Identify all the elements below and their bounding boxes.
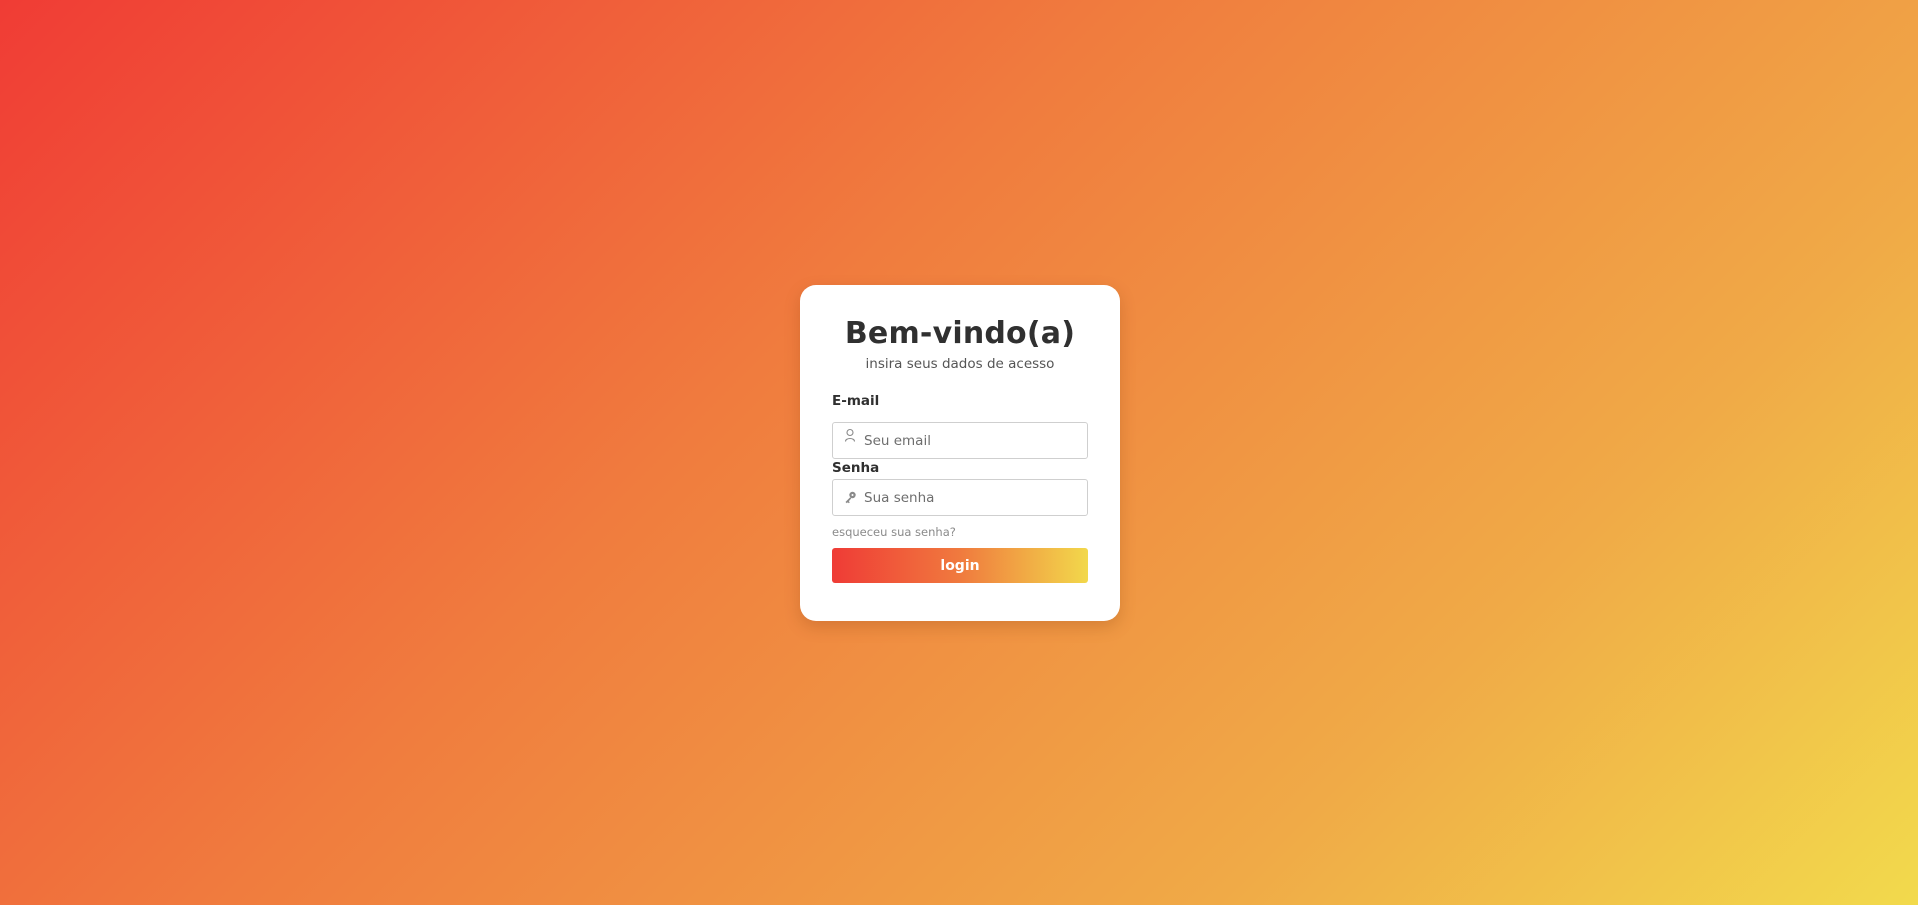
- password-label: Senha: [832, 460, 880, 476]
- page-subtitle: insira seus dados de acesso: [865, 356, 1055, 372]
- email-input[interactable]: [864, 423, 1082, 458]
- password-field-wrapper: [832, 479, 1088, 516]
- forgot-password-link[interactable]: esqueceu sua senha?: [832, 525, 1088, 539]
- page-title: Bem-vindo(a): [844, 316, 1076, 351]
- user-icon: [843, 423, 857, 458]
- email-label: E-mail: [832, 393, 880, 409]
- email-field-wrapper: [832, 422, 1088, 459]
- key-icon: [843, 480, 857, 515]
- password-input[interactable]: [864, 480, 1082, 515]
- login-button[interactable]: login: [832, 548, 1088, 583]
- login-card: Bem-vindo(a) insira seus dados de acesso…: [800, 285, 1120, 621]
